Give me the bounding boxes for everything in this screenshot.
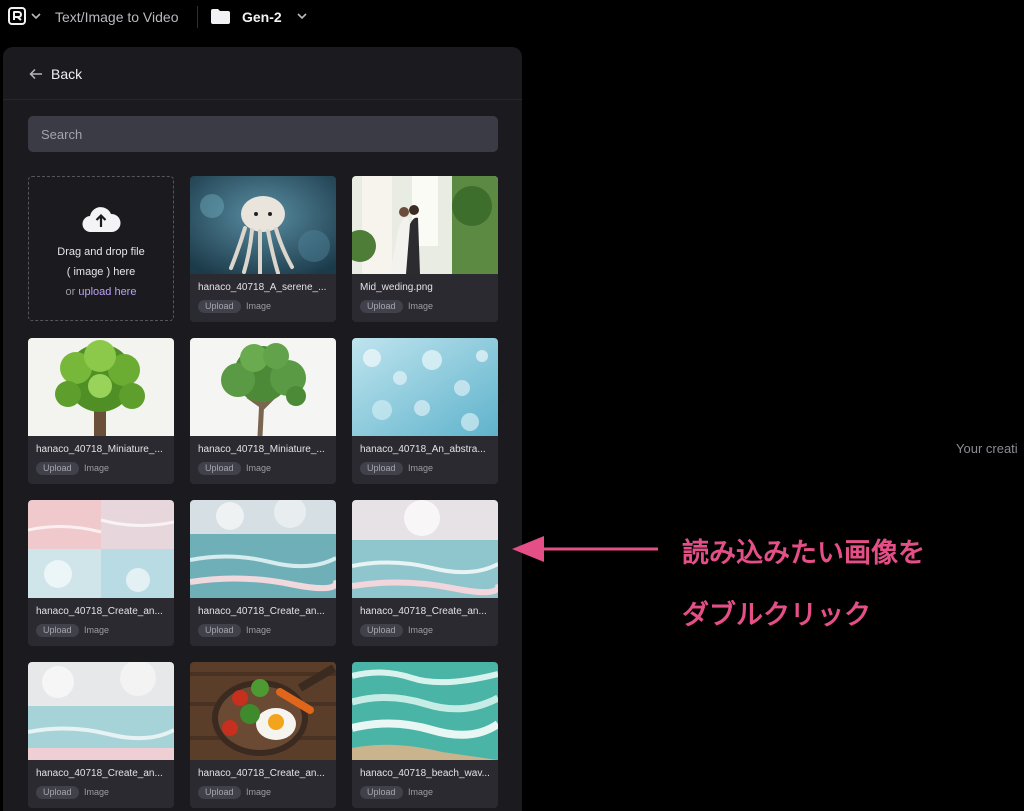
- arrow-left-icon: [29, 68, 42, 80]
- asset-thumbnail[interactable]: [352, 176, 498, 274]
- asset-filename: hanaco_40718_A_serene_...: [198, 282, 327, 293]
- divider: [197, 6, 198, 28]
- asset-card[interactable]: hanaco_40718_Create_an... Upload Image: [190, 500, 336, 646]
- cloud-upload-icon: [82, 207, 121, 233]
- dropzone-text: ( image ) here: [66, 266, 136, 278]
- asset-card[interactable]: hanaco_40718_Miniature_... Upload Image: [190, 338, 336, 484]
- asset-filename: hanaco_40718_Create_an...: [36, 606, 163, 617]
- asset-filename: hanaco_40718_beach_wav...: [360, 768, 490, 779]
- asset-filename: hanaco_40718_Miniature_...: [198, 444, 325, 455]
- asset-type: Image: [84, 625, 110, 635]
- upload-link[interactable]: upload here: [78, 286, 136, 298]
- dropzone-text: or upload here: [29, 286, 173, 298]
- asset-filename: Mid_weding.png: [360, 282, 433, 293]
- asset-card[interactable]: hanaco_40718_Create_an... Upload Image: [190, 662, 336, 808]
- upload-badge: Upload: [360, 786, 403, 799]
- asset-filename: hanaco_40718_An_abstra...: [360, 444, 486, 455]
- asset-thumbnail[interactable]: [352, 662, 498, 760]
- dropzone-text: Drag and drop file: [57, 246, 145, 258]
- upload-badge: Upload: [198, 624, 241, 637]
- upload-badge: Upload: [360, 300, 403, 313]
- asset-filename: hanaco_40718_Create_an...: [198, 768, 325, 779]
- top-bar: Text/Image to Video Gen-2: [0, 0, 1024, 34]
- asset-type: Image: [408, 301, 434, 311]
- asset-type: Image: [408, 463, 434, 473]
- asset-type: Image: [408, 787, 434, 797]
- asset-type: Image: [246, 787, 272, 797]
- back-label: Back: [51, 66, 83, 82]
- upload-badge: Upload: [198, 462, 241, 475]
- asset-thumbnail[interactable]: [28, 662, 174, 760]
- annotation-arrow-icon: [512, 536, 658, 562]
- asset-panel: Back Drag and drop file ( image ) here o…: [3, 47, 522, 811]
- asset-card[interactable]: hanaco_40718_Create_an... Upload Image: [352, 500, 498, 646]
- asset-thumbnail[interactable]: [28, 338, 174, 436]
- asset-type: Image: [84, 787, 110, 797]
- asset-card[interactable]: Mid_weding.png Upload Image: [352, 176, 498, 322]
- upload-badge: Upload: [360, 624, 403, 637]
- asset-thumbnail[interactable]: [190, 662, 336, 760]
- divider: [3, 99, 522, 100]
- asset-type: Image: [246, 301, 272, 311]
- asset-filename: hanaco_40718_Create_an...: [198, 606, 325, 617]
- annotation-text: ダブルクリック: [682, 600, 871, 630]
- asset-card[interactable]: hanaco_40718_An_abstra... Upload Image: [352, 338, 498, 484]
- asset-thumbnail[interactable]: [190, 338, 336, 436]
- search-input[interactable]: [28, 116, 498, 152]
- asset-filename: hanaco_40718_Miniature_...: [36, 444, 163, 455]
- empty-state-text: Your creati: [956, 441, 1018, 456]
- asset-thumbnail[interactable]: [190, 500, 336, 598]
- asset-card[interactable]: hanaco_40718_Miniature_... Upload Image: [28, 338, 174, 484]
- asset-card[interactable]: hanaco_40718_Create_an... Upload Image: [28, 500, 174, 646]
- asset-type: Image: [84, 463, 110, 473]
- dropzone-or: or: [65, 286, 79, 298]
- asset-type: Image: [246, 625, 272, 635]
- logo-icon[interactable]: [8, 7, 26, 25]
- asset-card[interactable]: hanaco_40718_A_serene_... Upload Image: [190, 176, 336, 322]
- asset-type: Image: [408, 625, 434, 635]
- chevron-down-icon[interactable]: [297, 12, 307, 20]
- folder-icon: [211, 9, 230, 24]
- chevron-down-icon[interactable]: [31, 12, 41, 20]
- asset-filename: hanaco_40718_Create_an...: [360, 606, 487, 617]
- asset-card[interactable]: hanaco_40718_beach_wav... Upload Image: [352, 662, 498, 808]
- asset-thumbnail[interactable]: [352, 338, 498, 436]
- upload-badge: Upload: [36, 786, 79, 799]
- upload-badge: Upload: [360, 462, 403, 475]
- back-button[interactable]: Back: [29, 65, 82, 83]
- mode-label[interactable]: Text/Image to Video: [55, 9, 178, 25]
- annotation-text: 読み込みたい画像を: [682, 538, 925, 568]
- asset-filename: hanaco_40718_Create_an...: [36, 768, 163, 779]
- upload-dropzone[interactable]: Drag and drop file ( image ) here or upl…: [28, 176, 174, 321]
- upload-badge: Upload: [198, 786, 241, 799]
- asset-thumbnail[interactable]: [190, 176, 336, 274]
- upload-badge: Upload: [198, 300, 241, 313]
- upload-badge: Upload: [36, 624, 79, 637]
- asset-card[interactable]: hanaco_40718_Create_an... Upload Image: [28, 662, 174, 808]
- asset-thumbnail[interactable]: [352, 500, 498, 598]
- asset-thumbnail[interactable]: [28, 500, 174, 598]
- upload-badge: Upload: [36, 462, 79, 475]
- asset-type: Image: [246, 463, 272, 473]
- folder-selector[interactable]: Gen-2: [242, 9, 282, 25]
